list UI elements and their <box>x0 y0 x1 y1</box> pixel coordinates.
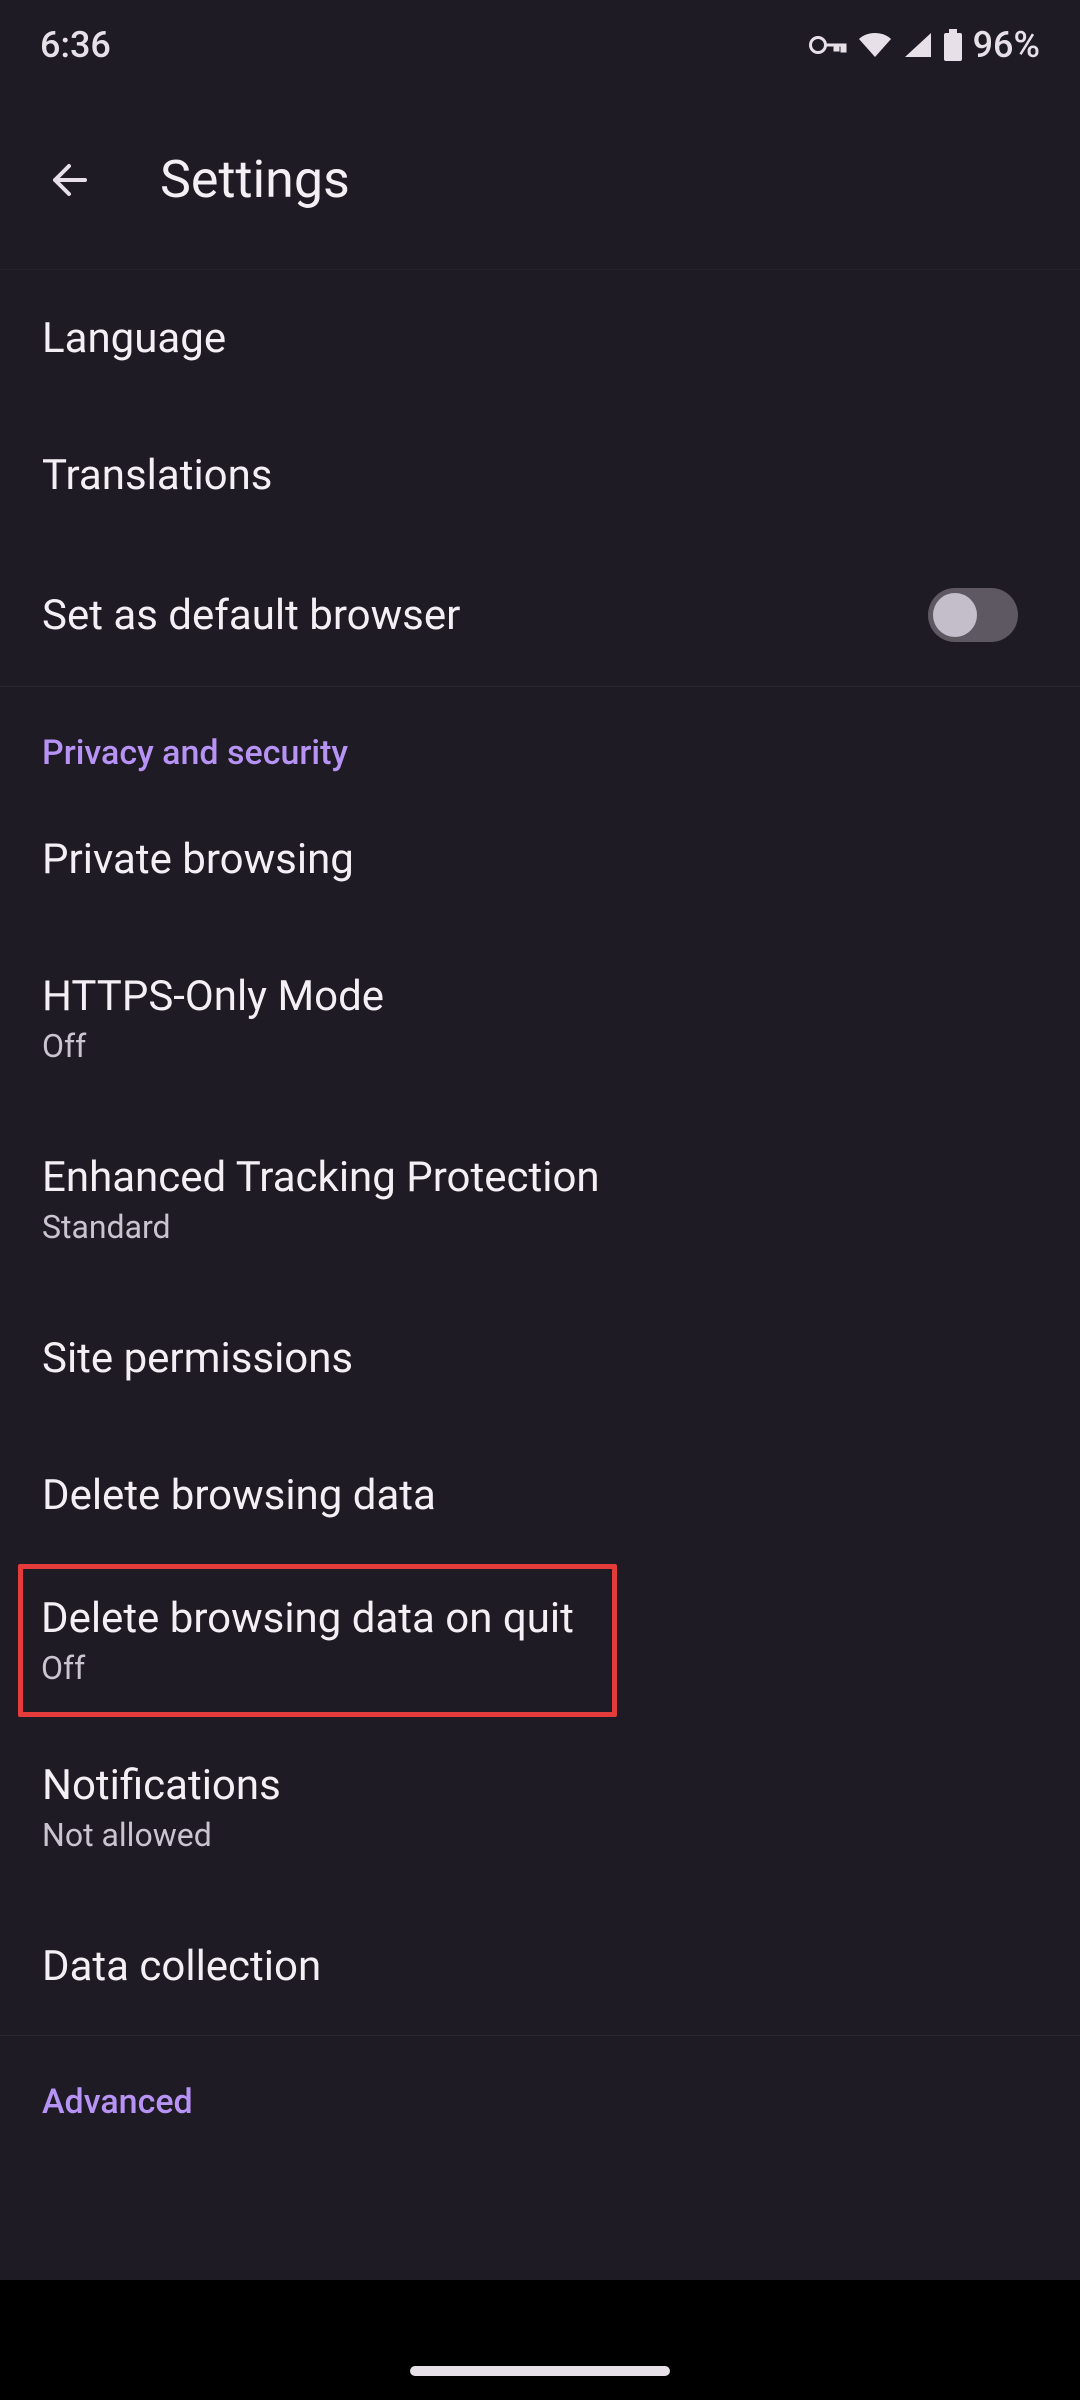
wifi-icon <box>857 31 893 59</box>
setting-label: Enhanced Tracking Protection <box>42 1153 600 1202</box>
vpn-key-icon <box>809 34 847 56</box>
setting-language[interactable]: Language <box>0 270 1080 407</box>
setting-enhanced-tracking[interactable]: Enhanced Tracking Protection Standard <box>0 1109 1080 1290</box>
setting-label: Private browsing <box>42 835 354 884</box>
setting-delete-browsing-data[interactable]: Delete browsing data <box>0 1427 1080 1564</box>
setting-label: Delete browsing data <box>42 1471 436 1520</box>
settings-list[interactable]: Language Translations Set as default bro… <box>0 270 1080 2140</box>
status-time: 6:36 <box>40 24 111 66</box>
setting-label: Language <box>42 314 226 363</box>
battery-percent: 96% <box>973 24 1040 66</box>
default-browser-toggle[interactable] <box>928 588 1018 642</box>
page-title: Settings <box>160 149 350 210</box>
setting-subtext: Off <box>41 1649 574 1687</box>
setting-subtext: Not allowed <box>42 1816 281 1854</box>
back-button[interactable] <box>40 150 100 210</box>
section-header-advanced: Advanced <box>0 2036 1080 2140</box>
setting-subtext: Standard <box>42 1208 600 1246</box>
system-nav-area <box>0 2280 1080 2400</box>
setting-default-browser[interactable]: Set as default browser <box>0 544 1080 686</box>
signal-icon <box>903 31 933 59</box>
setting-label: HTTPS-Only Mode <box>42 972 384 1021</box>
setting-site-permissions[interactable]: Site permissions <box>0 1290 1080 1427</box>
status-bar: 6:36 96% <box>0 0 1080 90</box>
setting-label: Notifications <box>42 1761 281 1810</box>
battery-icon <box>943 29 963 61</box>
toggle-knob <box>933 593 977 637</box>
setting-label: Delete browsing data on quit <box>41 1594 574 1643</box>
setting-translations[interactable]: Translations <box>0 407 1080 544</box>
setting-delete-on-quit[interactable]: Delete browsing data on quit Off <box>23 1569 592 1712</box>
highlight-box: Delete browsing data on quit Off <box>18 1564 617 1717</box>
nav-handle[interactable] <box>410 2366 670 2376</box>
app-bar: Settings <box>0 90 1080 270</box>
status-icons: 96% <box>809 24 1040 66</box>
setting-private-browsing[interactable]: Private browsing <box>0 791 1080 928</box>
setting-https-only[interactable]: HTTPS-Only Mode Off <box>0 928 1080 1109</box>
setting-label: Translations <box>42 451 273 500</box>
setting-label: Site permissions <box>42 1334 353 1383</box>
setting-label: Set as default browser <box>42 591 460 640</box>
setting-notifications[interactable]: Notifications Not allowed <box>0 1717 1080 1898</box>
section-header-privacy: Privacy and security <box>0 687 1080 791</box>
setting-data-collection[interactable]: Data collection <box>0 1898 1080 2035</box>
setting-label: Data collection <box>42 1942 321 1991</box>
setting-subtext: Off <box>42 1027 384 1065</box>
arrow-left-icon <box>47 157 93 203</box>
